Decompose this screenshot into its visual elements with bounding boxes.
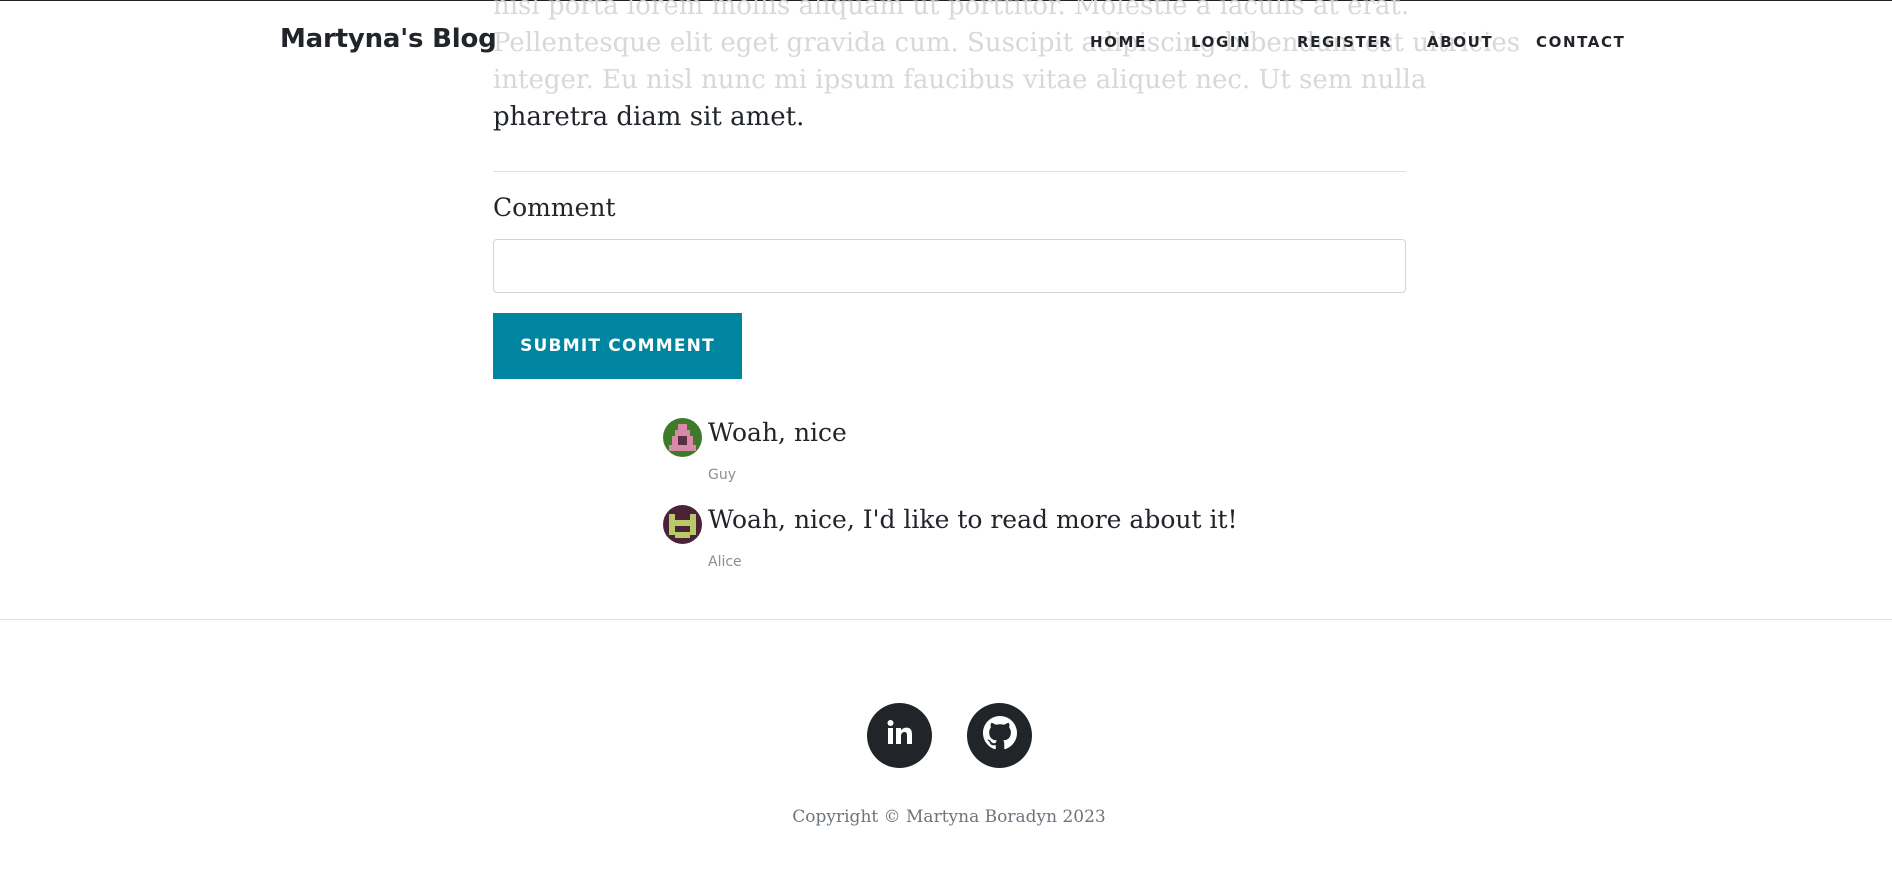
comment-label: Comment: [493, 193, 616, 222]
comment-input[interactable]: [493, 239, 1406, 293]
submit-comment-button[interactable]: Submit Comment: [493, 313, 742, 379]
linkedin-link[interactable]: [867, 703, 932, 768]
navbar: Martyna's Blog Home Login Register About…: [0, 0, 1892, 84]
avatar-icon: [663, 505, 702, 544]
linkedin-icon: [884, 717, 916, 754]
comment-text: Woah, nice, I'd like to read more about …: [708, 505, 1238, 534]
comment-text: Woah, nice: [708, 418, 847, 447]
copyright-text: Copyright © Martyna Boradyn 2023: [792, 807, 1106, 827]
nav-register-link[interactable]: Register: [1297, 33, 1392, 51]
nav-login-link[interactable]: Login: [1191, 33, 1251, 51]
nav-about-link[interactable]: About: [1427, 33, 1493, 51]
nav-contact-link[interactable]: Contact: [1536, 33, 1625, 51]
github-icon: [982, 716, 1017, 755]
brand-link[interactable]: Martyna's Blog: [280, 24, 497, 54]
footer-divider: [0, 619, 1892, 620]
github-link[interactable]: [967, 703, 1032, 768]
avatar-icon: [663, 418, 702, 457]
section-divider: [493, 171, 1406, 172]
post-text-line: pharetra diam sit amet.: [493, 102, 805, 132]
nav-home-link[interactable]: Home: [1090, 33, 1147, 51]
comment-author: Alice: [708, 554, 742, 570]
comment-author: Guy: [708, 467, 737, 483]
